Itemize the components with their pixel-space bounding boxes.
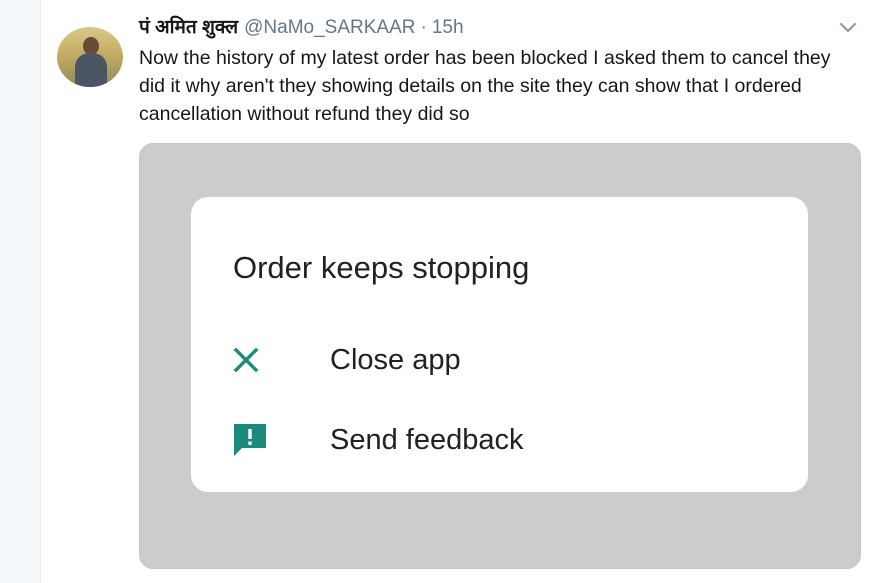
feedback-icon <box>231 418 275 462</box>
send-feedback-option[interactable]: Send feedback <box>231 418 731 462</box>
close-app-label: Close app <box>330 343 461 376</box>
tweet-header: पं अमित शुक्ल @NaMo_SARKAAR · 15h <box>139 13 464 39</box>
page: पं अमित शुक्ल @NaMo_SARKAAR · 15h Now th… <box>0 0 875 583</box>
dialog-title: Order keeps stopping <box>233 250 530 285</box>
tweet-text: Now the history of my latest order has b… <box>139 47 831 125</box>
tweet-media-image[interactable]: Order keeps stopping Close app Send feed… <box>139 143 861 569</box>
close-app-option[interactable]: Close app <box>231 338 731 382</box>
app-crash-dialog: Order keeps stopping Close app Send feed… <box>191 197 808 492</box>
tweet-timestamp[interactable]: 15h <box>432 17 464 39</box>
avatar[interactable] <box>57 27 123 87</box>
close-icon <box>231 338 275 382</box>
tweet-card[interactable]: पं अमित शुक्ल @NaMo_SARKAAR · 15h Now th… <box>40 0 875 583</box>
display-name[interactable]: पं अमित शुक्ल <box>139 13 238 39</box>
send-feedback-label: Send feedback <box>330 423 524 456</box>
chevron-down-icon[interactable] <box>837 17 859 37</box>
user-handle[interactable]: @NaMo_SARKAAR <box>244 17 415 39</box>
avatar-body <box>75 53 107 87</box>
header-separator: · <box>420 17 427 38</box>
